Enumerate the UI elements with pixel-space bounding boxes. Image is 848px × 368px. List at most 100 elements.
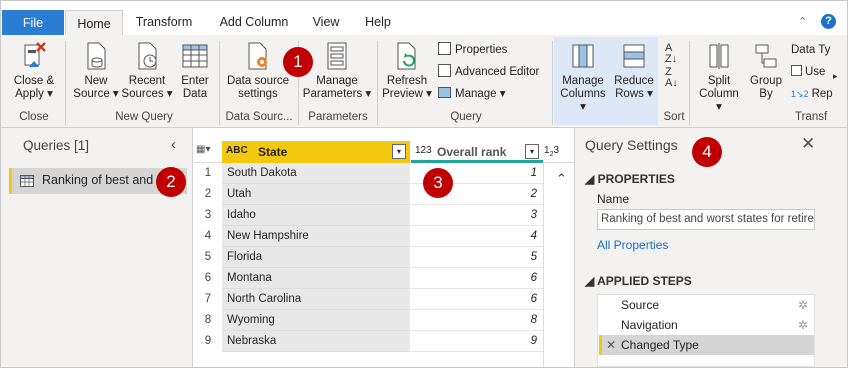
gear-icon[interactable]: ✲ [798,315,808,335]
enter-data-button[interactable]: Enter Data [175,39,215,101]
reduce-rows-label-2: Rows [615,88,644,100]
manage-columns-icon [572,44,594,68]
properties-button[interactable]: Properties [438,41,507,59]
cell-state[interactable]: North Carolina [222,289,410,310]
split-column-button[interactable]: Split Column ▾ [695,39,743,114]
data-source-settings-label-2: settings [238,88,278,100]
new-source-label: New [84,75,108,87]
tab-home[interactable]: Home [65,10,123,37]
table-row[interactable]: 7 North Carolina 6 [194,289,574,310]
cell-state[interactable]: Utah [222,184,410,205]
scroll-up-icon[interactable]: ⌃ [556,171,567,187]
collapse-queries-icon[interactable]: ‹ [171,136,176,153]
applied-steps-header[interactable]: ◢ APPLIED STEPS [585,274,692,288]
cell-rank[interactable]: 8 [411,310,543,331]
cell-rank[interactable]: 5 [411,247,543,268]
row-number: 8 [204,314,212,326]
callout-badge-3: 3 [423,168,453,198]
table-row[interactable]: 1 South Dakota 1 [194,163,574,184]
gear-icon[interactable]: ✲ [798,295,808,315]
new-source-label-2: Source [73,88,110,100]
cell-state[interactable]: Nebraska [222,331,410,352]
row-number: 5 [204,251,212,263]
delete-step-icon[interactable]: ✕ [606,335,616,355]
cell-rank[interactable]: 4 [411,226,543,247]
sort-ascending-icon[interactable]: A Z↓ [665,43,677,65]
cell-state[interactable]: Montana [222,268,410,289]
table-row[interactable]: 3 Idaho 3 [194,205,574,226]
recent-sources-label-2: Sources [121,88,164,100]
manage-parameters-label: Manage [316,75,358,87]
group-close-label: Close [19,111,49,123]
group-by-button[interactable]: Group By [745,39,787,101]
manage-table-icon [438,87,451,98]
data-type-button[interactable]: Data Ty [791,41,830,59]
query-name-input[interactable]: Ranking of best and worst states for ret… [597,209,815,230]
table-row[interactable]: 4 New Hampshire 4 [194,226,574,247]
table-row[interactable]: 2 Utah 2 [194,184,574,205]
close-apply-button[interactable]: Close & Apply ▾ [5,39,63,107]
help-icon[interactable]: ? [821,14,836,29]
refresh-preview-label: Refresh [386,75,428,87]
table-row[interactable]: 6 Montana 6 [194,268,574,289]
tab-view[interactable]: View [304,9,348,36]
properties-icon [438,42,451,55]
step-source[interactable]: Source ✲ [599,295,814,315]
cell-rank[interactable]: 6 [411,289,543,310]
row-number: 2 [204,188,212,200]
group-by-label: Group [750,75,782,87]
recent-sources-button[interactable]: Recent Sources ▾ [121,39,173,101]
query-settings-title: Query Settings [585,137,678,153]
ribbon-scroll-right-icon[interactable]: ▸ [833,71,838,82]
group-separator [377,41,378,125]
sort-descending-icon[interactable]: Z A↓ [665,67,678,89]
table-row[interactable]: 8 Wyoming 8 [194,310,574,331]
group-separator [552,41,553,125]
close-icon[interactable]: ✕ [801,134,815,154]
ribbon: Close & Apply ▾ Close New Source ▾ Recen… [1,35,847,128]
cell-state[interactable]: South Dakota [222,163,410,184]
close-apply-label-2: Apply [15,88,44,100]
cell-rank[interactable]: 6 [411,268,543,289]
tab-add-column[interactable]: Add Column [211,9,297,36]
enter-data-label: Enter [181,75,209,87]
new-source-button[interactable]: New Source ▾ [71,39,121,101]
manage-parameters-button[interactable]: Manage Parameters ▾ [301,39,373,101]
cell-state[interactable]: Florida [222,247,410,268]
replace-values-button[interactable]: 1↘2 Rep [791,85,833,103]
advanced-editor-button[interactable]: Advanced Editor [438,63,539,81]
group-query-label: Query [450,111,482,123]
row-number: 9 [204,335,212,347]
cell-rank[interactable]: 3 [411,205,543,226]
collapse-ribbon-icon[interactable]: ⌃ [798,15,807,28]
cell-state[interactable]: New Hampshire [222,226,410,247]
tab-file[interactable]: File [2,10,64,36]
step-navigation[interactable]: Navigation ✲ [599,315,814,335]
use-first-row-label: Use [805,66,826,78]
step-changed-type[interactable]: ✕ Changed Type [599,335,814,355]
refresh-preview-button[interactable]: Refresh Preview ▾ [381,39,433,101]
table-icon [20,175,34,187]
applied-steps-label: APPLIED STEPS [597,274,692,288]
tab-help[interactable]: Help [358,9,398,36]
manage-columns-button[interactable]: Manage Columns ▾ [556,39,610,114]
all-properties-link[interactable]: All Properties [597,238,668,252]
cell-state[interactable]: Wyoming [222,310,410,331]
data-grid: 1 South Dakota 1 2 Utah 2 3 Idaho 3 4 New Hampshir… [194,141,574,367]
use-first-row-button[interactable]: Use [791,63,825,81]
cell-rank[interactable]: 9 [411,331,543,352]
manage-button[interactable]: Manage ▾ [438,85,506,103]
recent-sources-label: Recent [128,75,166,87]
data-source-settings-icon [248,42,267,70]
group-parameters-label: Parameters [308,111,368,123]
data-source-settings-button[interactable]: Data source settings [223,39,293,101]
column-divider [543,163,544,367]
table-row[interactable]: 9 Nebraska 9 [194,331,574,352]
cell-state[interactable]: Idaho [222,205,410,226]
tab-transform[interactable]: Transform [129,9,199,36]
step-source-label: Source [621,298,660,312]
reduce-rows-button[interactable]: Reduce Rows ▾ [611,39,657,101]
properties-section-header[interactable]: ◢ PROPERTIES [585,172,675,186]
split-column-label: Split [707,75,731,87]
table-row[interactable]: 5 Florida 5 [194,247,574,268]
